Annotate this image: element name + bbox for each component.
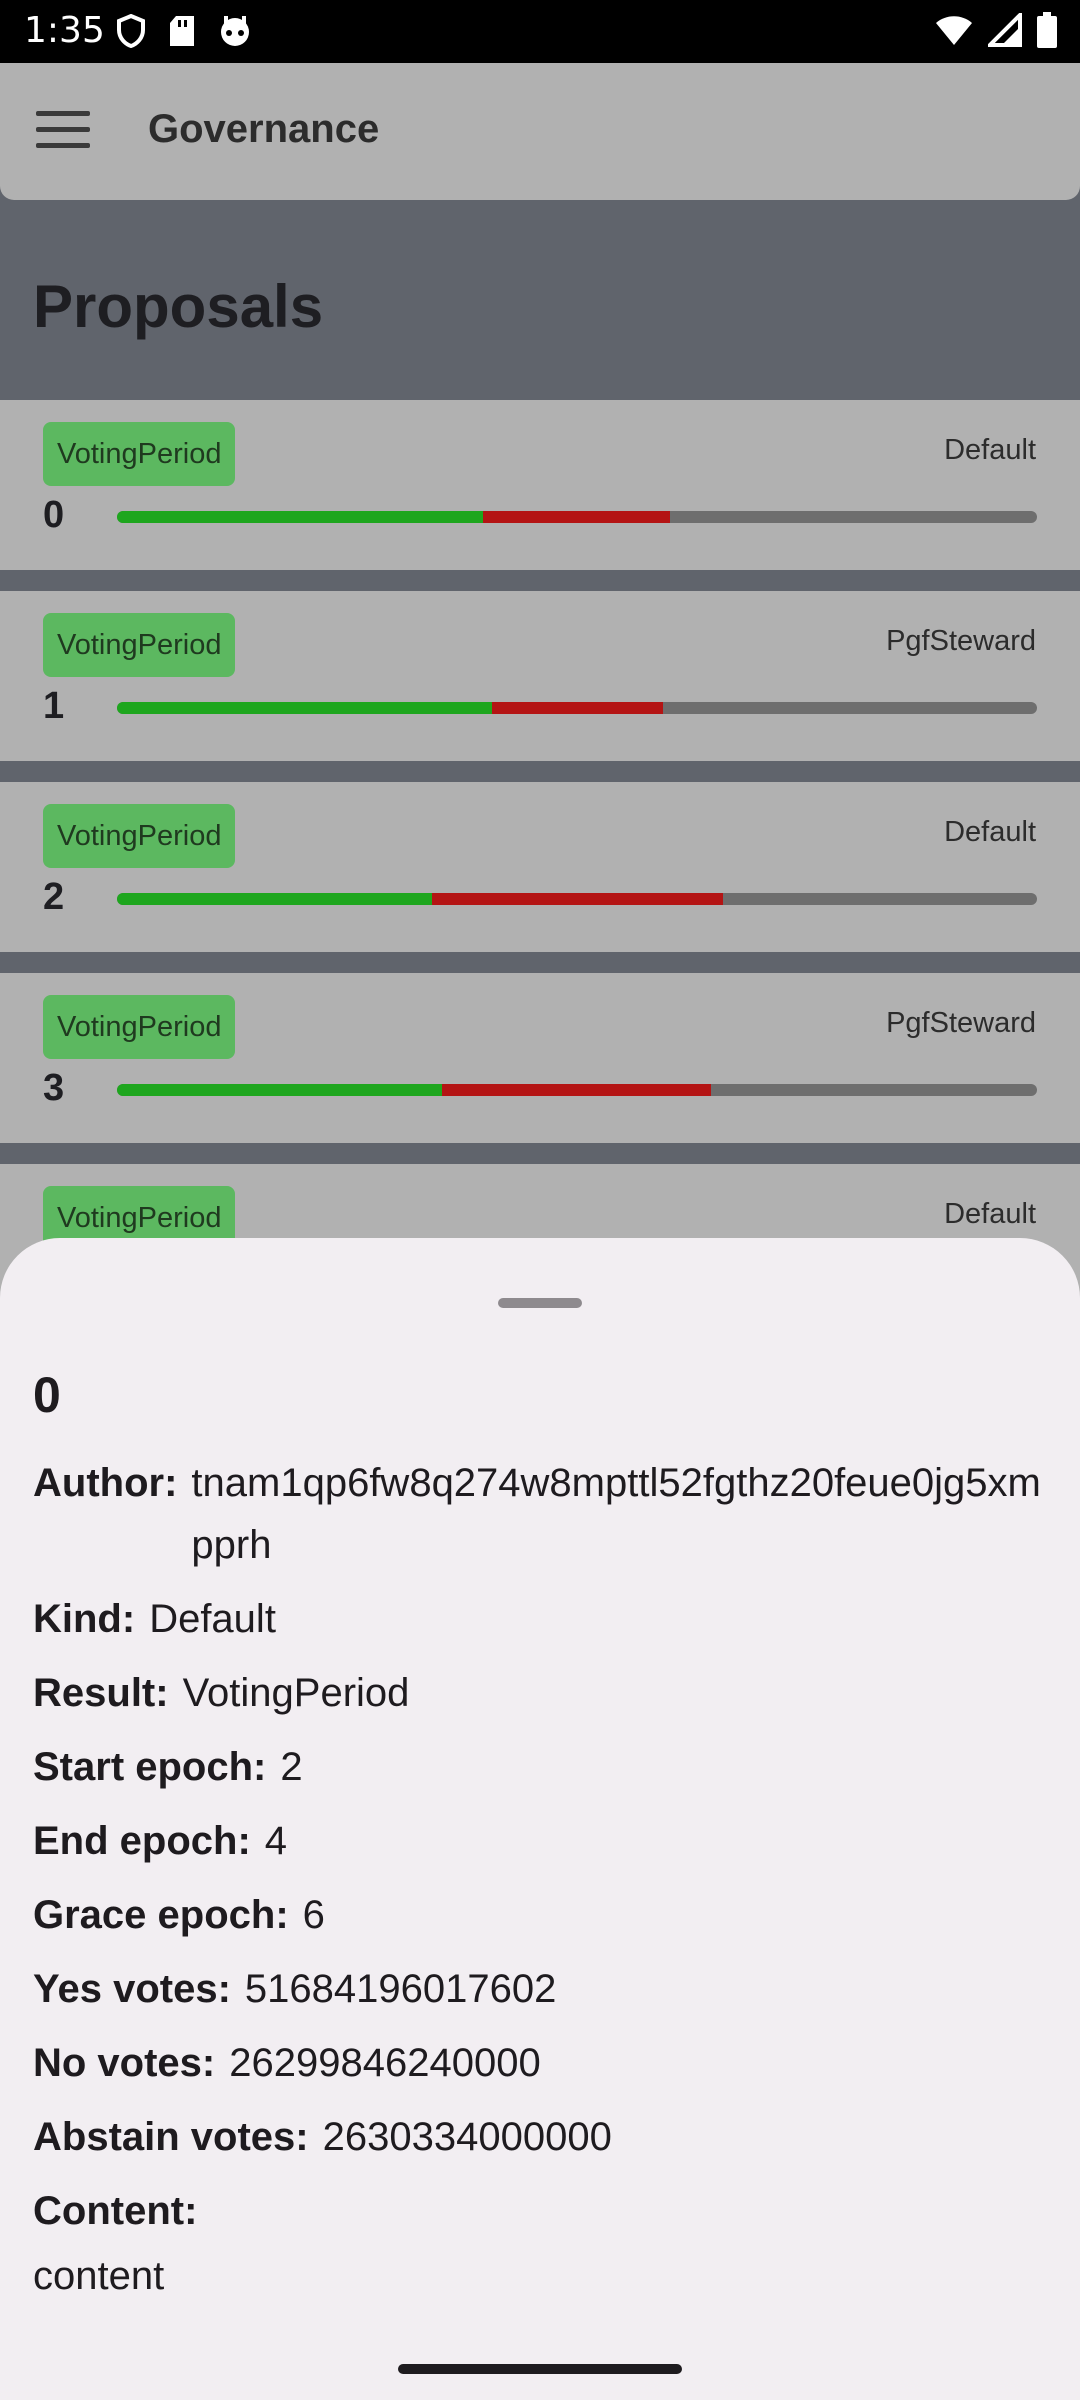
result-value: VotingPeriod <box>182 1671 410 1715</box>
proposal-id: 1 <box>43 685 65 727</box>
proposal-id: 0 <box>43 494 65 536</box>
status-bar: 1:35 <box>0 0 1080 63</box>
wifi-icon <box>936 16 972 45</box>
author-label: Author: <box>33 1461 178 1505</box>
grace-epoch-label: Grace epoch: <box>33 1893 289 1937</box>
section-header: Proposals <box>0 200 1080 400</box>
proposal-id: 2 <box>43 876 65 918</box>
status-badge: VotingPeriod <box>43 804 236 868</box>
kind-value: Default <box>149 1597 276 1641</box>
proposal-details-sheet: 0 Author: tnam1qp6fw8q274w8mpttl52fgthz2… <box>0 1238 1080 2400</box>
proposal-card-0[interactable]: VotingPeriod Default 0 <box>0 400 1080 570</box>
status-time: 1:35 <box>24 10 105 51</box>
no-votes-label: No votes: <box>33 2041 216 2085</box>
proposal-kind: Default <box>944 1198 1036 1230</box>
yes-votes-bar <box>117 511 484 523</box>
hamburger-menu-icon[interactable] <box>36 111 90 151</box>
vote-progress-bar <box>117 511 1037 523</box>
start-epoch-value: 2 <box>280 1745 303 1789</box>
vote-progress-bar <box>117 702 1037 714</box>
no-votes-bar <box>431 893 724 905</box>
proposal-card-1[interactable]: VotingPeriod PgfSteward 1 <box>0 591 1080 761</box>
grace-epoch-row: Grace epoch: 6 <box>33 1884 1053 1946</box>
gesture-nav-bar[interactable] <box>398 2364 682 2374</box>
end-epoch-row: End epoch: 4 <box>33 1810 1053 1872</box>
proposal-kind: Default <box>944 816 1036 848</box>
author-row: Author: tnam1qp6fw8q274w8mpttl52fgthz20f… <box>33 1452 1053 1576</box>
no-votes-bar <box>492 702 663 714</box>
abstain-votes-value: 2630334000000 <box>322 2115 612 2159</box>
battery-icon <box>1037 12 1057 48</box>
status-badge: VotingPeriod <box>43 422 236 486</box>
vote-progress-bar <box>117 893 1037 905</box>
author-value: tnam1qp6fw8q274w8mpttl52fgthz20feue0jg5x… <box>191 1461 1041 1567</box>
yes-votes-bar <box>117 702 493 714</box>
robot-icon <box>221 16 249 46</box>
abstain-votes-row: Abstain votes: 2630334000000 <box>33 2106 1053 2168</box>
start-epoch-label: Start epoch: <box>33 1745 267 1789</box>
drag-handle[interactable] <box>498 1298 582 1308</box>
proposal-card-3[interactable]: VotingPeriod PgfSteward 3 <box>0 973 1080 1143</box>
no-votes-row: No votes: 26299846240000 <box>33 2032 1053 2094</box>
no-votes-value: 26299846240000 <box>229 2041 541 2085</box>
abstain-votes-label: Abstain votes: <box>33 2115 309 2159</box>
status-badge: VotingPeriod <box>43 995 236 1059</box>
app-bar-title: Governance <box>148 107 380 151</box>
content-row: Content: <box>33 2180 1053 2242</box>
yes-votes-bar <box>117 1084 442 1096</box>
no-votes-bar <box>483 511 670 523</box>
content-label: Content: <box>33 2189 198 2233</box>
details-title: 0 <box>33 1367 61 1423</box>
end-epoch-value: 4 <box>264 1819 288 1863</box>
sd-card-icon <box>170 16 194 46</box>
shield-icon <box>117 14 145 48</box>
status-badge: VotingPeriod <box>43 613 236 677</box>
page-title: Proposals <box>33 273 324 340</box>
kind-row: Kind: Default <box>33 1588 1053 1650</box>
result-label: Result: <box>33 1671 169 1715</box>
yes-votes-label: Yes votes: <box>33 1967 231 2011</box>
proposal-id: 3 <box>43 1067 65 1109</box>
yes-votes-value: 51684196017602 <box>244 1967 557 2011</box>
proposal-kind: PgfSteward <box>886 625 1036 657</box>
start-epoch-row: Start epoch: 2 <box>33 1736 1053 1798</box>
proposal-kind: PgfSteward <box>886 1007 1036 1039</box>
result-row: Result: VotingPeriod <box>33 1662 1053 1724</box>
proposal-card-2[interactable]: VotingPeriod Default 2 <box>0 782 1080 952</box>
yes-votes-row: Yes votes: 51684196017602 <box>33 1958 1053 2020</box>
no-votes-bar <box>441 1084 712 1096</box>
yes-votes-bar <box>117 893 432 905</box>
app-bar: Governance <box>0 63 1080 200</box>
vote-progress-bar <box>117 1084 1037 1096</box>
end-epoch-label: End epoch: <box>33 1819 251 1863</box>
signal-icon <box>988 13 1022 47</box>
content-value: content <box>33 2254 165 2298</box>
proposal-kind: Default <box>944 434 1036 466</box>
kind-label: Kind: <box>33 1597 136 1641</box>
grace-epoch-value: 6 <box>302 1893 325 1937</box>
